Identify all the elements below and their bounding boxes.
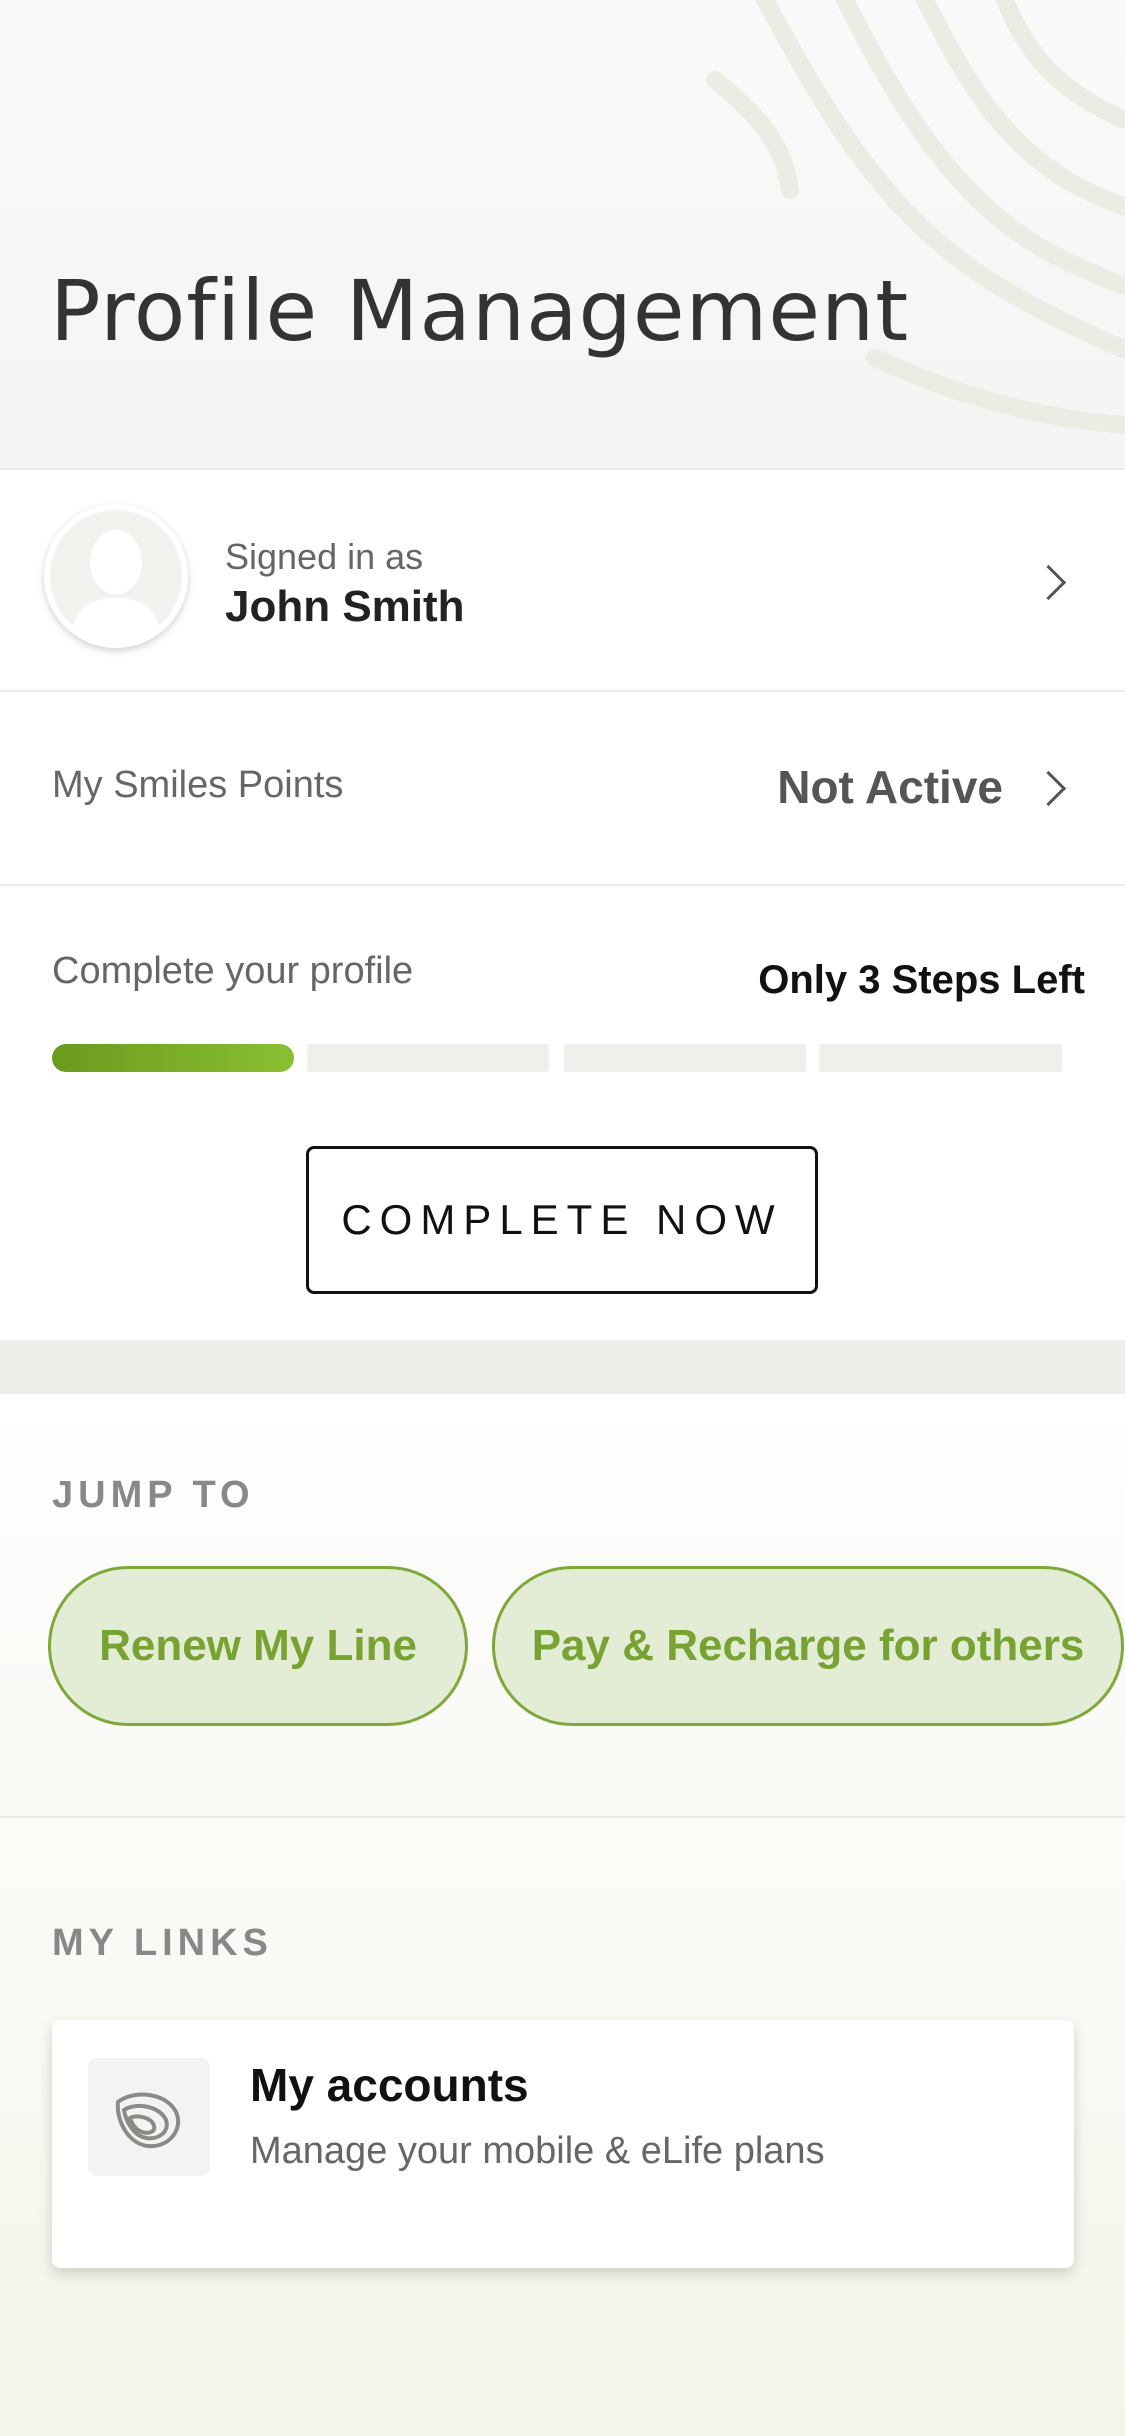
my-links-section: MY LINKS My accounts Manage your mobile … xyxy=(0,1818,1125,2436)
header: Profile Management xyxy=(0,0,1125,468)
card-title: My accounts xyxy=(250,2059,529,2111)
chevron-right-icon xyxy=(1030,770,1067,807)
renew-my-line-button[interactable]: Renew My Line xyxy=(48,1566,468,1726)
jump-to-label: JUMP TO xyxy=(52,1474,255,1516)
my-links-label: MY LINKS xyxy=(52,1922,273,1964)
pay-recharge-others-button[interactable]: Pay & Recharge for others xyxy=(492,1566,1124,1726)
progress-segment xyxy=(307,1044,549,1072)
steps-left-text: Only 3 Steps Left xyxy=(758,958,1085,1002)
smiles-points-status: Not Active xyxy=(777,761,1003,813)
user-name: John Smith xyxy=(225,582,465,631)
smiles-points-label: My Smiles Points xyxy=(52,764,344,806)
user-silhouette-icon xyxy=(70,530,162,642)
profile-row[interactable]: Signed in as John Smith xyxy=(0,468,1125,690)
card-subtitle: Manage your mobile & eLife plans xyxy=(250,2130,825,2172)
section-divider xyxy=(0,1340,1125,1394)
avatar xyxy=(44,504,188,648)
accounts-icon xyxy=(88,2058,210,2176)
progress-segment xyxy=(564,1044,806,1072)
progress-segment xyxy=(52,1044,294,1072)
signed-in-label: Signed in as xyxy=(225,536,424,577)
complete-profile-label: Complete your profile xyxy=(52,950,414,992)
smiles-points-row[interactable]: My Smiles Points Not Active xyxy=(0,690,1125,884)
complete-now-button[interactable]: COMPLETE NOW xyxy=(306,1146,818,1294)
my-accounts-card[interactable]: My accounts Manage your mobile & eLife p… xyxy=(52,2020,1074,2268)
chevron-right-icon xyxy=(1030,564,1067,601)
jump-to-section: JUMP TO Renew My Line Pay & Recharge for… xyxy=(0,1394,1125,1818)
decorative-waves xyxy=(706,0,1125,434)
profile-completion-card: Complete your profile Only 3 Steps Left … xyxy=(0,884,1125,1340)
page-title: Profile Management xyxy=(50,262,910,360)
progress-segment xyxy=(819,1044,1062,1072)
